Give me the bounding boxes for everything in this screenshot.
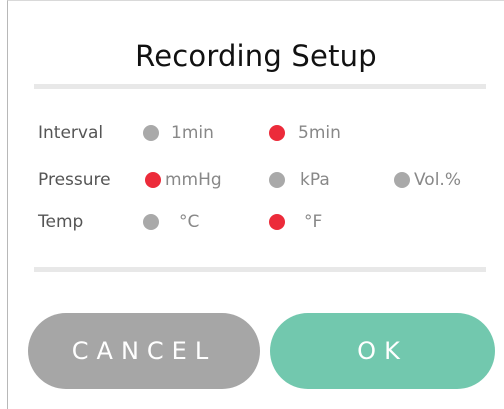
- option-label-celsius: °C: [179, 212, 200, 232]
- pressure-option-mmhg[interactable]: mmHg: [135, 167, 235, 193]
- temp-option-celsius[interactable]: °C: [135, 209, 215, 235]
- radio-mmhg[interactable]: [145, 172, 161, 188]
- pressure-option-vol[interactable]: Vol.%: [386, 167, 486, 193]
- divider-bottom: [34, 267, 486, 272]
- pressure-option-kpa[interactable]: kPa: [260, 167, 350, 193]
- option-label-vol: Vol.%: [414, 170, 461, 190]
- option-label-kpa: kPa: [300, 170, 330, 190]
- pressure-label: Pressure: [38, 170, 111, 190]
- radio-vol[interactable]: [394, 172, 410, 188]
- interval-label: Interval: [38, 123, 104, 143]
- interval-option-5min[interactable]: 5min: [260, 120, 350, 146]
- dialog-title: Recording Setup: [135, 39, 377, 73]
- interval-option-1min[interactable]: 1min: [135, 120, 215, 146]
- divider-top: [34, 84, 486, 89]
- option-label-5min: 5min: [298, 123, 341, 143]
- radio-fahrenheit[interactable]: [269, 214, 285, 230]
- temp-label: Temp: [38, 212, 84, 232]
- option-label-1min: 1min: [171, 123, 214, 143]
- option-label-mmhg: mmHg: [165, 170, 222, 190]
- radio-celsius[interactable]: [143, 214, 159, 230]
- temp-option-fahrenheit[interactable]: °F: [260, 209, 350, 235]
- radio-1min[interactable]: [143, 125, 159, 141]
- option-label-fahrenheit: °F: [304, 212, 323, 232]
- radio-kpa[interactable]: [269, 172, 285, 188]
- radio-5min[interactable]: [269, 125, 285, 141]
- cancel-button[interactable]: CANCEL: [28, 313, 260, 389]
- recording-setup-dialog: Recording Setup Interval 1min 5min Press…: [7, 0, 504, 409]
- ok-button[interactable]: OK: [270, 313, 495, 389]
